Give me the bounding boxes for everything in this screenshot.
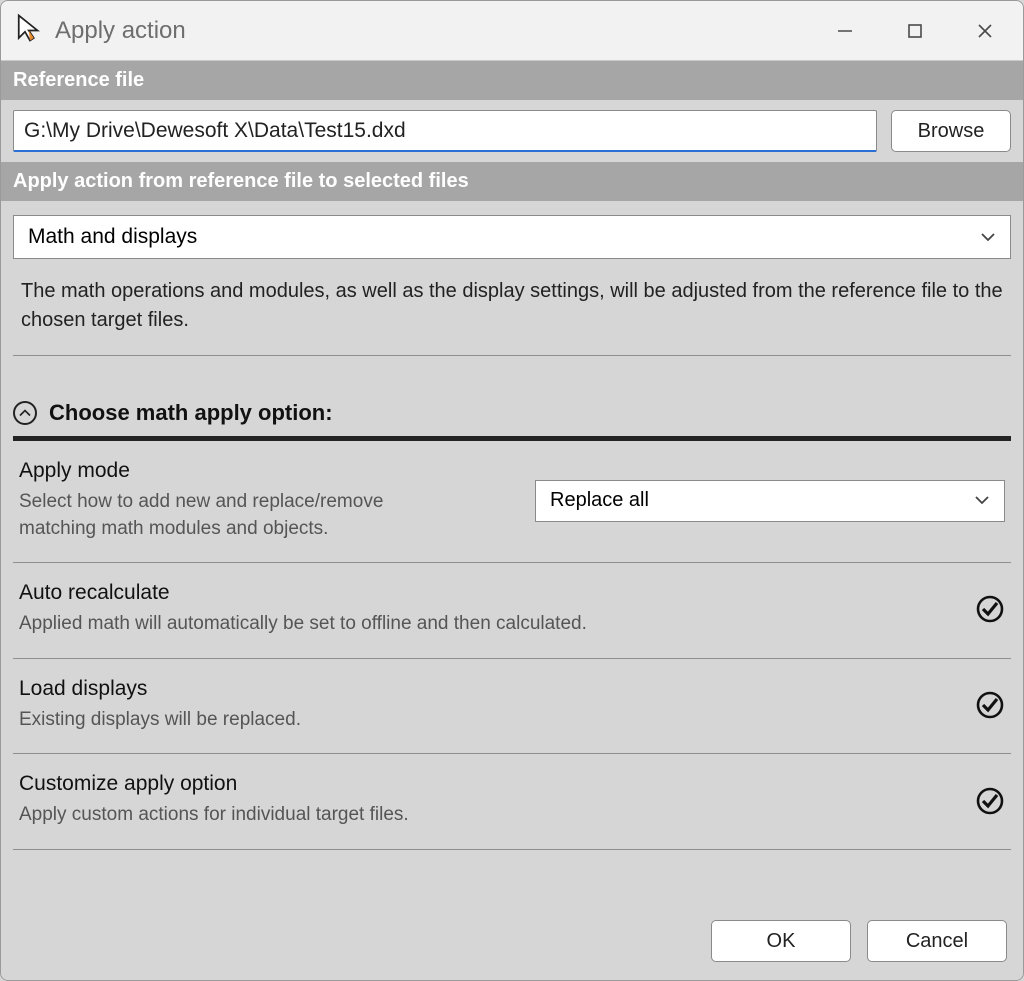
chevron-up-circle-icon [13, 401, 37, 425]
option-auto-recalc: Auto recalculate Applied math will autom… [13, 563, 1011, 659]
ok-button[interactable]: OK [711, 920, 851, 962]
math-options-header[interactable]: Choose math apply option: [13, 400, 1011, 441]
dialog-window: Apply action Reference file Browse Apply… [0, 0, 1024, 981]
window-title: Apply action [55, 17, 805, 45]
option-load-displays: Load displays Existing displays will be … [13, 659, 1011, 755]
auto-recalc-toggle[interactable] [975, 594, 1005, 624]
apply-mode-sub: Select how to add new and replace/remove… [19, 489, 399, 542]
section-header-apply: Apply action from reference file to sele… [1, 162, 1023, 201]
reference-file-row: Browse [1, 100, 1023, 162]
cursor-icon [15, 13, 45, 48]
option-customize: Customize apply option Apply custom acti… [13, 754, 1011, 850]
load-displays-title: Load displays [19, 677, 951, 701]
action-type-dropdown[interactable]: Math and displays [13, 215, 1011, 259]
titlebar: Apply action [1, 1, 1023, 61]
close-button[interactable] [955, 9, 1015, 53]
auto-recalc-sub: Applied math will automatically be set t… [19, 611, 951, 638]
dropdown-value: Math and displays [28, 225, 197, 249]
auto-recalc-title: Auto recalculate [19, 581, 951, 605]
browse-button[interactable]: Browse [891, 110, 1011, 152]
minimize-button[interactable] [815, 9, 875, 53]
option-apply-mode: Apply mode Select how to add new and rep… [13, 441, 1011, 563]
math-options-section: Choose math apply option: Apply mode Sel… [13, 400, 1011, 850]
chevron-down-icon [980, 225, 996, 249]
dialog-body: Math and displays The math operations an… [1, 201, 1023, 906]
math-options-title: Choose math apply option: [49, 400, 333, 426]
load-displays-toggle[interactable] [975, 690, 1005, 720]
maximize-button[interactable] [885, 9, 945, 53]
chevron-down-icon [974, 489, 990, 512]
reference-path-input[interactable] [13, 110, 877, 152]
action-description: The math operations and modules, as well… [13, 259, 1011, 356]
load-displays-sub: Existing displays will be replaced. [19, 707, 951, 734]
apply-mode-select[interactable]: Replace all [535, 480, 1005, 522]
section-header-reference: Reference file [1, 61, 1023, 100]
cancel-button[interactable]: Cancel [867, 920, 1007, 962]
dialog-footer: OK Cancel [1, 906, 1023, 980]
apply-mode-title: Apply mode [19, 459, 511, 483]
customize-title: Customize apply option [19, 772, 951, 796]
apply-mode-value: Replace all [550, 489, 649, 512]
customize-sub: Apply custom actions for individual targ… [19, 802, 951, 829]
customize-toggle[interactable] [975, 786, 1005, 816]
